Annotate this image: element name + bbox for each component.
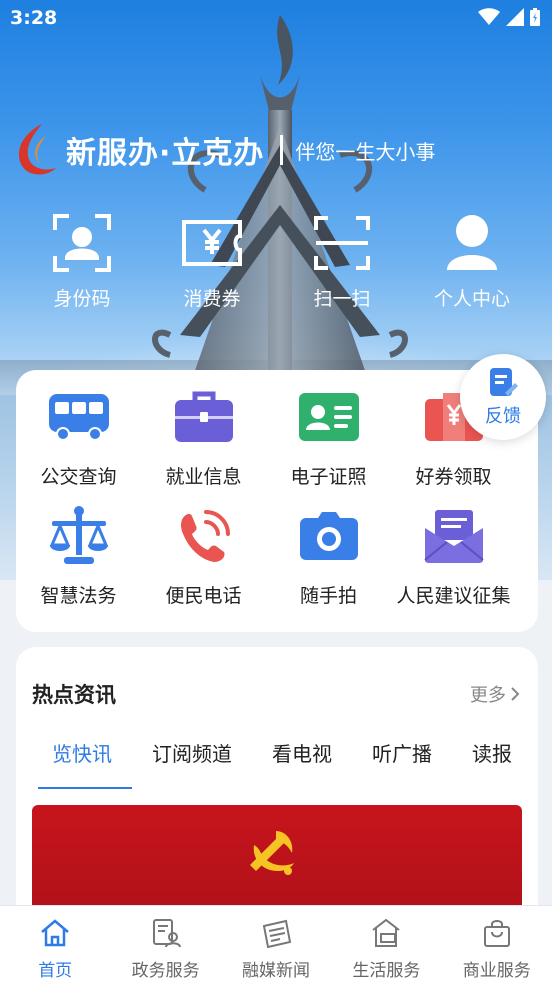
coupon-icon (181, 212, 243, 274)
quick-personal-center[interactable]: 个人中心 (407, 212, 537, 311)
service-smart-legal[interactable]: 智慧法务 (16, 503, 141, 608)
quick-actions: 身份码 消费券 扫一扫 个人中心 (0, 212, 552, 311)
brand-name: 新服办·立克办 (66, 136, 265, 171)
service-hotline[interactable]: 便民电话 (141, 503, 266, 608)
shopping-bag-icon (480, 916, 514, 950)
bottom-nav: 首页 政务服务 融媒新闻 生活服务 商业服务 (0, 905, 552, 983)
chevron-right-icon (511, 687, 520, 701)
feedback-button[interactable]: 反馈 (460, 354, 546, 440)
signal-icon (506, 8, 524, 26)
life-service-icon (369, 916, 403, 950)
briefcase-icon (171, 384, 237, 450)
status-bar: 3:28 (0, 0, 552, 38)
quick-coupon[interactable]: 消费券 (147, 212, 277, 311)
user-icon (441, 212, 503, 274)
brand-slogan: 伴您一生大小事 (295, 139, 436, 164)
bus-icon (46, 384, 112, 450)
home-icon (38, 916, 72, 950)
service-employment-info[interactable]: 就业信息 (141, 384, 266, 489)
service-bus-query[interactable]: 公交查询 (16, 384, 141, 489)
tab-tv[interactable]: 看电视 (252, 739, 352, 789)
tab-radio[interactable]: 听广播 (352, 739, 452, 789)
quick-scan[interactable]: 扫一扫 (277, 212, 407, 311)
phone-icon (171, 503, 237, 569)
nav-life-service[interactable]: 生活服务 (331, 906, 441, 983)
tab-subscriptions[interactable]: 订阅频道 (132, 739, 252, 789)
feedback-edit-icon (490, 368, 518, 396)
tab-quick-news[interactable]: 览快讯 (32, 739, 132, 789)
news-title: 热点资讯 (32, 683, 116, 707)
scan-icon (311, 212, 373, 274)
nav-gov-service[interactable]: 政务服务 (110, 906, 220, 983)
service-e-license[interactable]: 电子证照 (266, 384, 391, 489)
id-card-icon (296, 384, 362, 450)
nav-business-service[interactable]: 商业服务 (442, 906, 552, 983)
party-emblem-icon (250, 831, 294, 875)
camera-icon (296, 503, 362, 569)
gov-service-icon (149, 916, 183, 950)
brand-divider (280, 135, 284, 165)
sculpture-image (152, 15, 408, 385)
battery-icon (530, 8, 540, 26)
tab-newspaper[interactable]: 读报 (452, 739, 532, 789)
mail-icon (421, 503, 487, 569)
scales-icon (46, 503, 112, 569)
news-card: 热点资讯 更多 览快讯 订阅频道 看电视 听广播 读报 (16, 647, 538, 947)
nav-home[interactable]: 首页 (0, 906, 110, 983)
quick-id-code[interactable]: 身份码 (17, 212, 147, 311)
id-scan-icon (51, 212, 113, 274)
news-more-link[interactable]: 更多 (470, 681, 520, 707)
status-time: 3:28 (10, 7, 58, 29)
newspaper-icon (259, 916, 293, 950)
news-tabs: 览快讯 订阅频道 看电视 听广播 读报 (32, 739, 538, 789)
service-public-suggestions[interactable]: 人民建议征集 (391, 503, 516, 608)
services-card: 公交查询 就业信息 电子证照 好券领取 智慧法务 便民电话 随手拍 人民建议征集 (16, 370, 538, 632)
brand-header: 新服办·立克办 伴您一生大小事 (12, 120, 435, 180)
service-snapshot[interactable]: 随手拍 (266, 503, 391, 608)
nav-media-news[interactable]: 融媒新闻 (221, 906, 331, 983)
brand-logo-icon (18, 124, 56, 175)
wifi-icon (478, 8, 500, 25)
